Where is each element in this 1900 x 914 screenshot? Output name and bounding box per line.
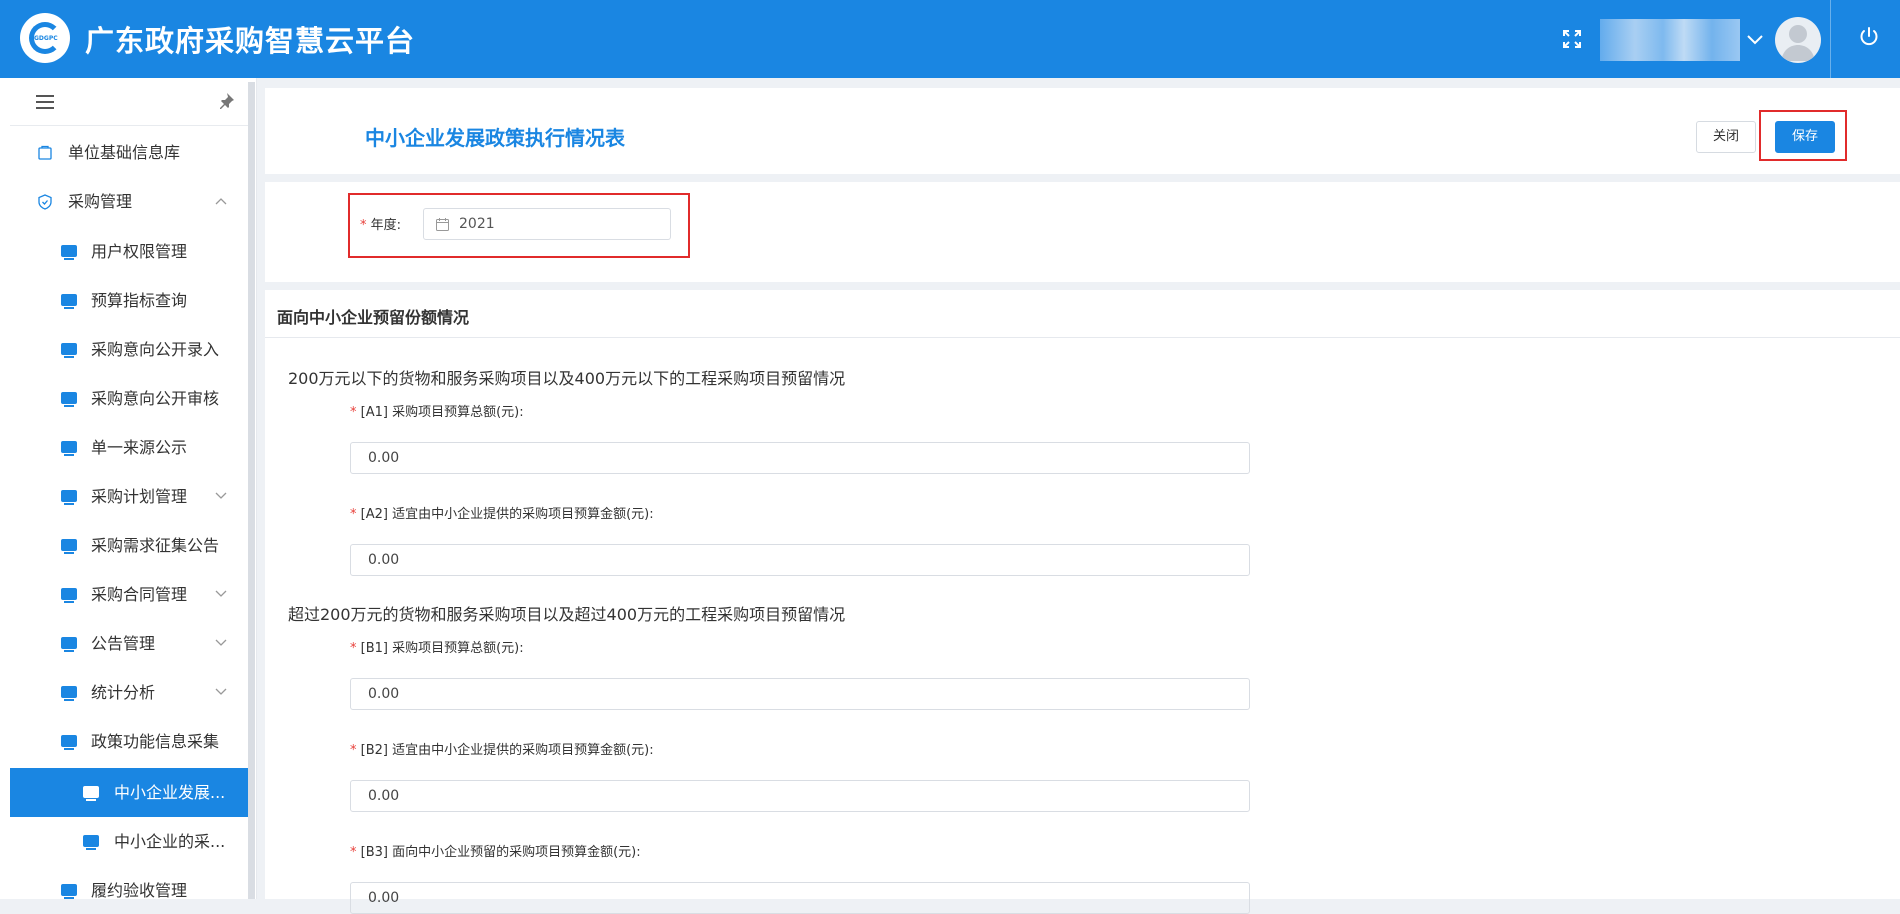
sidebar-item-label: 单位基础信息库: [68, 143, 181, 162]
monitor-icon: [83, 786, 99, 801]
sidebar-item-label: 中小企业发展...: [114, 783, 226, 802]
sidebar-item-label: 采购意向公开录入: [91, 340, 220, 359]
fullscreen-icon[interactable]: [1562, 29, 1582, 49]
sidebar-item-user-permissions[interactable]: 用户权限管理: [10, 229, 248, 275]
chevron-down-icon: [215, 590, 227, 597]
menu-icon[interactable]: [36, 95, 54, 109]
sidebar-scrollbar[interactable]: [248, 82, 255, 899]
field-b1-label: * [B1] 采购项目预算总额(元):: [350, 641, 524, 656]
sidebar-item-label: 履约验收管理: [91, 881, 188, 900]
app-title: 广东政府采购智慧云平台: [85, 24, 416, 58]
sidebar-item-label: 中小企业的采...: [114, 832, 226, 851]
field-a2-input[interactable]: 0.00: [350, 544, 1250, 576]
sidebar-item-plan-management[interactable]: 采购计划管理: [10, 474, 248, 520]
sidebar-item-label: 公告管理: [91, 634, 156, 653]
field-b1-input[interactable]: 0.00: [350, 678, 1250, 710]
shield-icon: [38, 194, 52, 210]
chevron-up-icon: [215, 198, 227, 205]
chevron-down-icon: [215, 688, 227, 695]
group-a-label: 200万元以下的货物和服务采购项目以及400万元以下的工程采购项目预留情况: [288, 369, 846, 388]
page-header-card: 中小企业发展政策执行情况表 关闭 保存: [265, 88, 1900, 174]
year-highlight-box: [348, 193, 690, 258]
monitor-icon: [61, 735, 77, 750]
sidebar-item-label: 采购需求征集公告: [91, 536, 220, 555]
sidebar-item-label: 采购意向公开审核: [91, 389, 220, 408]
chevron-down-icon: [215, 492, 227, 499]
page-title: 中小企业发展政策执行情况表: [365, 126, 625, 150]
field-b3-input[interactable]: 0.00: [350, 882, 1250, 914]
pin-icon[interactable]: [217, 92, 235, 110]
sidebar-item-statistics[interactable]: 统计分析: [10, 670, 248, 716]
clipboard-icon: [38, 145, 52, 160]
reservation-section: 面向中小企业预留份额情况 200万元以下的货物和服务采购项目以及400万元以下的…: [265, 290, 1900, 914]
top-header: GDGPC 广东政府采购智慧云平台: [0, 0, 1900, 78]
monitor-icon: [61, 294, 77, 309]
avatar[interactable]: [1775, 17, 1821, 63]
chevron-down-icon[interactable]: [1746, 30, 1764, 48]
year-card: * 年度: 2021: [265, 182, 1900, 282]
sidebar-item-label: 统计分析: [91, 683, 156, 702]
monitor-icon: [61, 343, 77, 358]
sidebar-item-announcements[interactable]: 公告管理: [10, 621, 248, 667]
sidebar-item-label: 预算指标查询: [91, 291, 188, 310]
sidebar-item-sme-development[interactable]: 中小企业发展...: [10, 768, 248, 817]
sidebar-item-acceptance[interactable]: 履约验收管理: [10, 868, 248, 914]
field-a2-label: * [A2] 适宜由中小企业提供的采购项目预算金额(元):: [350, 507, 654, 522]
monitor-icon: [61, 245, 77, 260]
sidebar-item-label: 政策功能信息采集: [91, 732, 220, 751]
sidebar-item-unit-info[interactable]: 单位基础信息库: [10, 130, 248, 176]
monitor-icon: [61, 884, 77, 899]
sidebar-item-label: 单一来源公示: [91, 438, 188, 457]
monitor-icon: [61, 441, 77, 456]
sidebar-item-single-source[interactable]: 单一来源公示: [10, 425, 248, 471]
group-b-label: 超过200万元的货物和服务采购项目以及超过400万元的工程采购项目预留情况: [288, 605, 846, 624]
power-icon[interactable]: [1858, 26, 1880, 48]
sidebar-item-policy-collection[interactable]: 政策功能信息采集: [10, 719, 248, 765]
sidebar-item-demand-notice[interactable]: 采购需求征集公告: [10, 523, 248, 569]
sidebar-item-contract-management[interactable]: 采购合同管理: [10, 572, 248, 618]
sidebar-toolbar: [10, 78, 248, 126]
sidebar: 单位基础信息库 采购管理 用户权限管理 预算指标查询 采购意向公开录入 采购意向…: [0, 78, 257, 900]
field-b2-input[interactable]: 0.00: [350, 780, 1250, 812]
sidebar-item-label: 采购管理: [68, 192, 133, 211]
sidebar-item-intent-review[interactable]: 采购意向公开审核: [10, 376, 248, 422]
field-a1-input[interactable]: 0.00: [350, 442, 1250, 474]
monitor-icon: [83, 835, 99, 850]
monitor-icon: [61, 539, 77, 554]
sidebar-item-label: 采购合同管理: [91, 585, 188, 604]
field-b2-label: * [B2] 适宜由中小企业提供的采购项目预算金额(元):: [350, 743, 654, 758]
close-button[interactable]: 关闭: [1696, 121, 1756, 153]
section-title: 面向中小企业预留份额情况: [277, 308, 470, 327]
chevron-down-icon: [215, 639, 227, 646]
sidebar-item-sme-procurement[interactable]: 中小企业的采...: [10, 819, 248, 865]
monitor-icon: [61, 588, 77, 603]
user-name-blurred[interactable]: [1600, 19, 1740, 61]
header-divider: [1830, 0, 1831, 78]
sidebar-item-label: 采购计划管理: [91, 487, 188, 506]
monitor-icon: [61, 637, 77, 652]
field-a1-label: * [A1] 采购项目预算总额(元):: [350, 405, 524, 420]
save-highlight-box: [1759, 110, 1847, 161]
field-b3-label: * [B3] 面向中小企业预留的采购项目预算金额(元):: [350, 845, 641, 860]
monitor-icon: [61, 686, 77, 701]
monitor-icon: [61, 392, 77, 407]
monitor-icon: [61, 490, 77, 505]
sidebar-item-label: 用户权限管理: [91, 242, 188, 261]
sidebar-item-budget-query[interactable]: 预算指标查询: [10, 278, 248, 324]
section-divider: [265, 337, 1900, 338]
sidebar-item-procurement[interactable]: 采购管理: [10, 179, 248, 225]
app-logo: GDGPC: [20, 13, 70, 63]
sidebar-item-intent-entry[interactable]: 采购意向公开录入: [10, 327, 248, 373]
